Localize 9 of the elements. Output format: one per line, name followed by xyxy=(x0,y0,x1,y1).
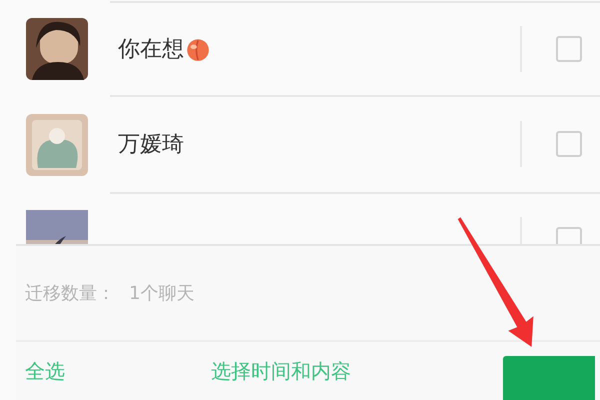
migration-label: 迁移数量： xyxy=(25,282,115,305)
contact-name: 万媛琦 xyxy=(117,131,184,159)
migration-count: 1个聊天 xyxy=(129,282,194,305)
checkbox[interactable] xyxy=(556,131,582,157)
select-time-button[interactable]: 选择时间和内容 xyxy=(211,358,351,385)
contact-name: 你在想 xyxy=(117,36,184,64)
select-all-button[interactable]: 全选 xyxy=(25,358,65,385)
confirm-button[interactable] xyxy=(503,356,595,400)
checkbox[interactable] xyxy=(556,36,582,62)
